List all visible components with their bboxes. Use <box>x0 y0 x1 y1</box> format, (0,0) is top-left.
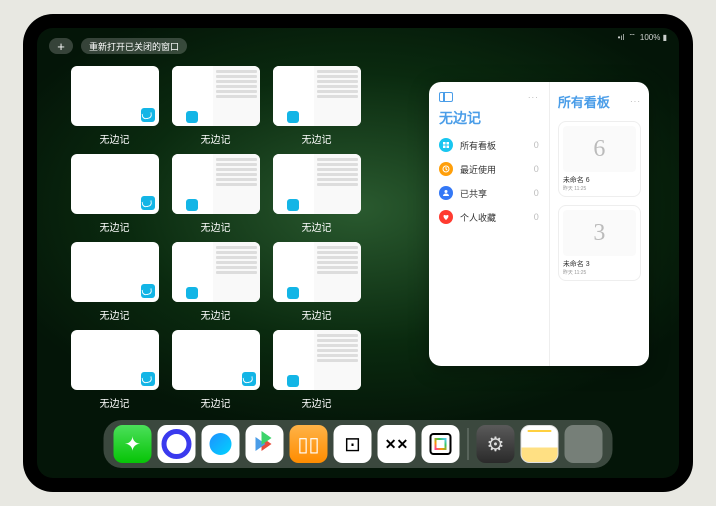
window-thumbnail <box>172 242 260 302</box>
app-window[interactable]: 无边记 <box>67 242 162 326</box>
dock-app-qq-browser[interactable] <box>202 425 240 463</box>
board-name: 未命名 3 <box>563 259 636 269</box>
board-name: 未命名 6 <box>563 175 636 185</box>
board-card[interactable]: 6 未命名 6 昨天 11:25 <box>558 121 641 197</box>
category-count: 0 <box>534 164 539 174</box>
board-preview: 6 <box>563 126 636 172</box>
more-button[interactable]: ··· <box>528 93 539 102</box>
reopen-label: 重新打开已关闭的窗口 <box>89 40 179 53</box>
window-thumbnail <box>172 330 260 390</box>
window-thumbnail <box>71 242 159 302</box>
app-label: 无边记 <box>100 219 130 234</box>
dock-app-freeform[interactable] <box>422 425 460 463</box>
window-thumbnail <box>273 66 361 126</box>
panel-content: 所有看板 ··· 6 未命名 6 昨天 11:253 未命名 3 昨天 11:2… <box>550 82 649 366</box>
dock-app-books[interactable]: ▯▯ <box>290 425 328 463</box>
panel-title: 无边记 <box>439 108 539 128</box>
battery-icon: 100% ▮ <box>640 33 667 42</box>
wifi-icon: ⌔ <box>628 32 636 42</box>
dock-app-notes[interactable] <box>521 425 559 463</box>
reopen-closed-window-button[interactable]: 重新打开已关闭的窗口 <box>81 38 187 54</box>
category-item[interactable]: 最近使用 0 <box>439 162 539 176</box>
app-window[interactable]: 无边记 <box>269 242 364 326</box>
category-count: 0 <box>534 188 539 198</box>
app-window[interactable]: 无边记 <box>67 154 162 238</box>
heart-icon <box>439 210 453 224</box>
app-label: 无边记 <box>302 219 332 234</box>
app-label: 无边记 <box>302 307 332 322</box>
slideover-panel[interactable]: ··· 无边记 所有看板 0 最近使用 0 已共享 0 个人收藏 0 所有看板 … <box>429 82 649 366</box>
panel-sidebar: ··· 无边记 所有看板 0 最近使用 0 已共享 0 个人收藏 0 <box>429 82 550 366</box>
dock-app-play-store[interactable] <box>246 425 284 463</box>
window-thumbnail <box>273 242 361 302</box>
bezel-speaker-right <box>684 223 689 283</box>
board-preview: 3 <box>563 210 636 256</box>
app-label: 无边记 <box>201 307 231 322</box>
window-thumbnail <box>172 154 260 214</box>
category-label: 最近使用 <box>460 163 496 176</box>
clock-icon <box>439 162 453 176</box>
board-date: 昨天 11:25 <box>563 269 636 276</box>
board-list: 6 未命名 6 昨天 11:253 未命名 3 昨天 11:25 <box>558 121 641 289</box>
dock-app-app-folder[interactable] <box>565 425 603 463</box>
category-count: 0 <box>534 140 539 150</box>
ipad-frame: •ıl ⌔ 100% ▮ + 重新打开已关闭的窗口 无边记无边记无边记无边记无边… <box>23 14 693 492</box>
app-window[interactable]: 无边记 <box>67 66 162 150</box>
category-label: 个人收藏 <box>460 211 496 224</box>
window-thumbnail <box>71 330 159 390</box>
app-label: 无边记 <box>100 395 130 410</box>
window-thumbnail <box>273 330 361 390</box>
category-label: 已共享 <box>460 187 487 200</box>
app-window[interactable]: 无边记 <box>67 330 162 414</box>
boards-title: 所有看板 <box>558 92 610 111</box>
app-label: 无边记 <box>100 307 130 322</box>
app-window[interactable]: 无边记 <box>168 330 263 414</box>
app-label: 无边记 <box>302 395 332 410</box>
bezel-speaker-left <box>27 223 32 283</box>
category-count: 0 <box>534 212 539 222</box>
plus-icon: + <box>57 39 65 54</box>
board-date: 昨天 11:25 <box>563 185 636 192</box>
category-label: 所有看板 <box>460 139 496 152</box>
dock-app-wechat[interactable]: ✦ <box>114 425 152 463</box>
screen: •ıl ⌔ 100% ▮ + 重新打开已关闭的窗口 无边记无边记无边记无边记无边… <box>37 28 679 478</box>
app-window[interactable]: 无边记 <box>168 66 263 150</box>
app-label: 无边记 <box>302 131 332 146</box>
app-window[interactable]: 无边记 <box>168 154 263 238</box>
window-thumbnail <box>273 154 361 214</box>
dock-app-quark[interactable] <box>158 425 196 463</box>
person-icon <box>439 186 453 200</box>
signal-icon: •ıl <box>618 33 625 42</box>
category-item[interactable]: 个人收藏 0 <box>439 210 539 224</box>
board-card[interactable]: 3 未命名 3 昨天 11:25 <box>558 205 641 281</box>
app-window[interactable]: 无边记 <box>168 242 263 326</box>
app-window[interactable]: 无边记 <box>269 154 364 238</box>
category-item[interactable]: 已共享 0 <box>439 186 539 200</box>
category-item[interactable]: 所有看板 0 <box>439 138 539 152</box>
dock-app-bilibili[interactable]: ✕✕ <box>378 425 416 463</box>
new-window-button[interactable]: + <box>49 38 73 54</box>
window-thumbnail <box>71 66 159 126</box>
more-button-2[interactable]: ··· <box>630 97 641 106</box>
window-thumbnail <box>172 66 260 126</box>
app-window[interactable]: 无边记 <box>269 66 364 150</box>
app-window[interactable]: 无边记 <box>269 330 364 414</box>
dock-app-settings[interactable]: ⚙ <box>477 425 515 463</box>
app-label: 无边记 <box>201 219 231 234</box>
sidebar-toggle-icon[interactable] <box>439 92 453 102</box>
grid-icon <box>439 138 453 152</box>
category-list: 所有看板 0 最近使用 0 已共享 0 个人收藏 0 <box>439 138 539 224</box>
top-controls: + 重新打开已关闭的窗口 <box>49 38 187 54</box>
window-thumbnail <box>71 154 159 214</box>
app-label: 无边记 <box>100 131 130 146</box>
app-label: 无边记 <box>201 131 231 146</box>
app-switcher-grid: 无边记无边记无边记无边记无边记无边记无边记无边记无边记无边记无边记无边记 <box>67 66 364 414</box>
dock-separator <box>468 428 469 460</box>
dock-app-dice[interactable]: ⊡ <box>334 425 372 463</box>
app-label: 无边记 <box>201 395 231 410</box>
dock: ✦ ▯▯⊡✕✕ ⚙ <box>104 420 613 468</box>
status-bar: •ıl ⌔ 100% ▮ <box>618 32 667 42</box>
